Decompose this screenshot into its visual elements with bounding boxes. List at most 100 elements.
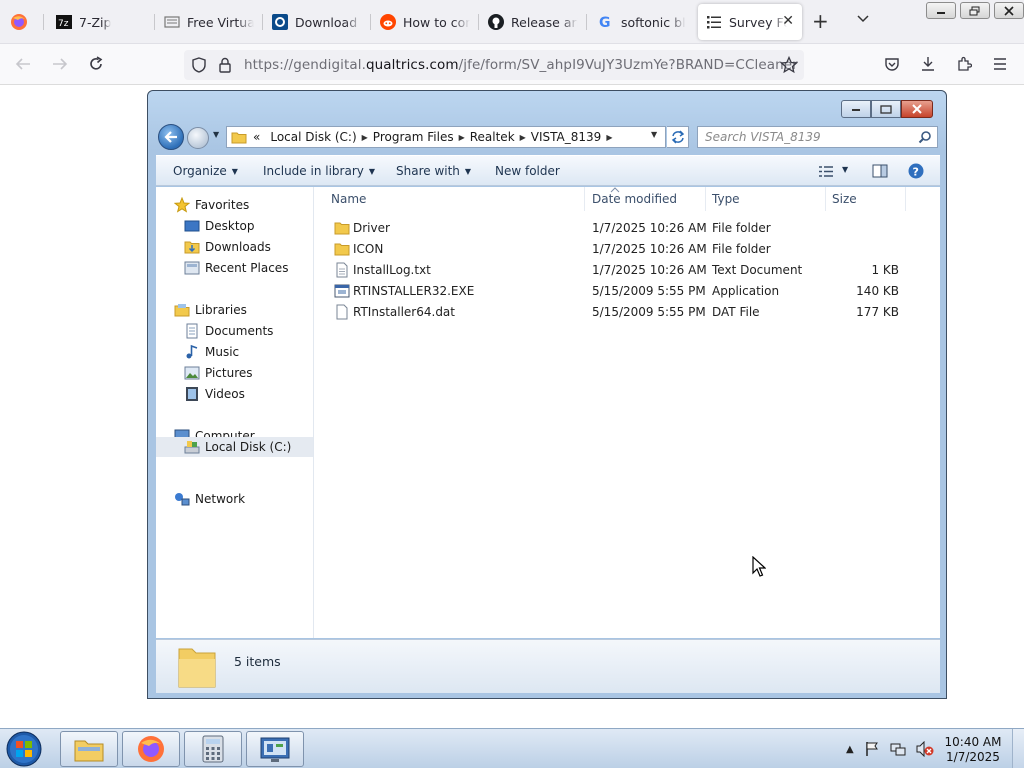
taskbar-explorer-button[interactable] (60, 731, 118, 767)
table-row[interactable]: Driver 1/7/2025 10:26 AM File folder (315, 218, 940, 239)
table-row[interactable]: InstallLog.txt 1/7/2025 10:26 AM Text Do… (315, 260, 940, 281)
tab-google[interactable]: G softonic blank (590, 4, 694, 40)
nav-downloads[interactable]: Downloads (184, 237, 271, 257)
address-dropdown-icon[interactable]: ▼ (651, 130, 657, 139)
nav-libraries[interactable]: Libraries (174, 300, 247, 320)
nav-documents[interactable]: Documents (184, 321, 273, 341)
extensions-icon[interactable] (954, 54, 974, 74)
explorer-close-button[interactable] (901, 100, 933, 118)
back-button[interactable] (158, 124, 184, 150)
refresh-button[interactable] (667, 126, 689, 148)
explorer-minimize-button[interactable] (841, 100, 871, 118)
pocket-icon[interactable] (882, 54, 902, 74)
preview-pane-icon[interactable] (872, 164, 888, 178)
search-icon[interactable] (918, 130, 932, 144)
column-header-type[interactable]: Type (712, 192, 740, 206)
list-all-tabs-icon[interactable] (856, 12, 870, 26)
hamburger-menu-icon[interactable] (990, 54, 1010, 74)
show-hidden-icons-icon[interactable]: ▲ (846, 744, 854, 755)
action-center-flag-icon[interactable] (864, 741, 880, 757)
help-icon[interactable]: ? (908, 163, 924, 179)
breadcrumb[interactable]: « Local Disk (C:) ▶ Program Files ▶ Real… (226, 126, 666, 148)
nav-local-disk[interactable]: Local Disk (C:) (156, 437, 313, 457)
tab-free-virtual[interactable]: Free Virtual Machines (156, 4, 262, 40)
reload-icon[interactable] (86, 54, 106, 74)
chevron-down-icon: ▼ (231, 167, 238, 176)
tab-survey-active[interactable]: Survey Form ✕ (698, 4, 802, 40)
tab-reddit[interactable]: How to configure (372, 4, 478, 40)
nav-label: Desktop (205, 219, 255, 233)
breadcrumb-item[interactable]: Local Disk (C:) (270, 130, 356, 144)
nav-label: Favorites (195, 198, 250, 212)
column-header-size[interactable]: Size (832, 192, 857, 206)
form-icon (706, 14, 722, 30)
breadcrumb-arrow-icon[interactable]: ▶ (362, 133, 368, 142)
table-row[interactable]: RTInstaller64.dat 5/15/2009 5:55 PM DAT … (315, 302, 940, 323)
windows-start-icon[interactable] (4, 730, 44, 768)
lock-icon[interactable] (218, 57, 232, 73)
breadcrumb-item[interactable]: Program Files (373, 130, 454, 144)
tab-github[interactable]: Release ariang (480, 4, 586, 40)
file-list: Name Date modified Type Size Driver 1/7/… (315, 187, 940, 638)
close-button[interactable] (994, 2, 1024, 19)
nav-network[interactable]: Network (174, 489, 245, 509)
nav-videos[interactable]: Videos (184, 384, 245, 404)
nav-label: Music (205, 345, 240, 359)
folder-icon (334, 222, 350, 235)
taskbar-control-panel-button[interactable] (246, 731, 304, 767)
nav-recent-places[interactable]: Recent Places (184, 258, 288, 278)
taskbar-calculator-button[interactable] (184, 731, 242, 767)
nav-music[interactable]: Music (184, 342, 239, 362)
include-in-library-button[interactable]: Include in library ▼ (263, 164, 375, 178)
breadcrumb-arrow-icon[interactable]: ▶ (520, 133, 526, 142)
downloads-icon[interactable] (918, 54, 938, 74)
forward-arrow-icon[interactable] (50, 54, 70, 74)
table-row[interactable]: ICON 1/7/2025 10:26 AM File folder (315, 239, 940, 260)
view-options-dropdown-icon[interactable]: ▼ (842, 165, 848, 174)
breadcrumb-overflow-icon[interactable]: « (253, 130, 260, 144)
download-site-icon (272, 14, 288, 30)
network-status-icon[interactable] (890, 741, 906, 757)
recent-pages-dropdown-icon[interactable]: ▼ (213, 130, 219, 139)
tab-7zip[interactable]: 7z 7-Zip (48, 4, 154, 40)
volume-muted-icon[interactable] (916, 741, 934, 757)
nav-desktop[interactable]: Desktop (184, 216, 255, 236)
url-bar[interactable]: https://gendigital.qualtrics.com/jfe/for… (184, 50, 804, 80)
tab-title: 7-Zip (79, 14, 112, 30)
nav-pictures[interactable]: Pictures (184, 363, 253, 383)
new-folder-button[interactable]: New folder (495, 164, 560, 178)
file-explorer-icon (74, 740, 104, 762)
explorer-maximize-button[interactable] (871, 100, 901, 118)
firefox-menu-icon[interactable] (9, 12, 29, 32)
new-tab-button[interactable]: + (812, 10, 829, 32)
share-with-button[interactable]: Share with ▼ (396, 164, 471, 178)
minimize-button[interactable] (926, 2, 956, 19)
back-arrow-icon[interactable] (13, 54, 33, 74)
breadcrumb-arrow-icon[interactable]: ▶ (459, 133, 465, 142)
breadcrumb-item[interactable]: Realtek (470, 130, 515, 144)
system-clock[interactable]: 10:40 AM 1/7/2025 (940, 735, 1006, 765)
search-input[interactable]: Search VISTA_8139 (697, 126, 938, 148)
tracking-protection-shield-icon[interactable] (191, 57, 207, 73)
bookmark-star-icon[interactable] (780, 56, 798, 74)
forward-button[interactable] (187, 127, 209, 149)
taskbar-firefox-button[interactable] (122, 731, 180, 767)
breadcrumb-arrow-icon[interactable]: ▶ (606, 133, 612, 142)
pictures-icon (184, 366, 200, 380)
change-view-icon[interactable] (818, 165, 834, 178)
chevron-down-icon: ▼ (464, 167, 472, 176)
column-header-name[interactable]: Name (331, 192, 366, 206)
organize-button[interactable]: Organize ▼ (173, 164, 238, 178)
folder-icon (334, 243, 350, 256)
nav-label: Downloads (205, 240, 271, 254)
nav-favorites[interactable]: Favorites (174, 195, 249, 215)
url-text[interactable]: https://gendigital.qualtrics.com/jfe/for… (244, 57, 798, 73)
breadcrumb-item[interactable]: VISTA_8139 (531, 130, 602, 144)
svg-text:7z: 7z (58, 19, 69, 29)
table-row[interactable]: RTINSTALLER32.EXE 5/15/2009 5:55 PM Appl… (315, 281, 940, 302)
column-header-date-modified[interactable]: Date modified (592, 192, 677, 206)
close-tab-icon[interactable]: ✕ (782, 13, 794, 29)
tab-download[interactable]: Download Microsoft (264, 4, 370, 40)
restore-button[interactable] (960, 2, 990, 19)
show-desktop-button[interactable] (1012, 729, 1024, 768)
